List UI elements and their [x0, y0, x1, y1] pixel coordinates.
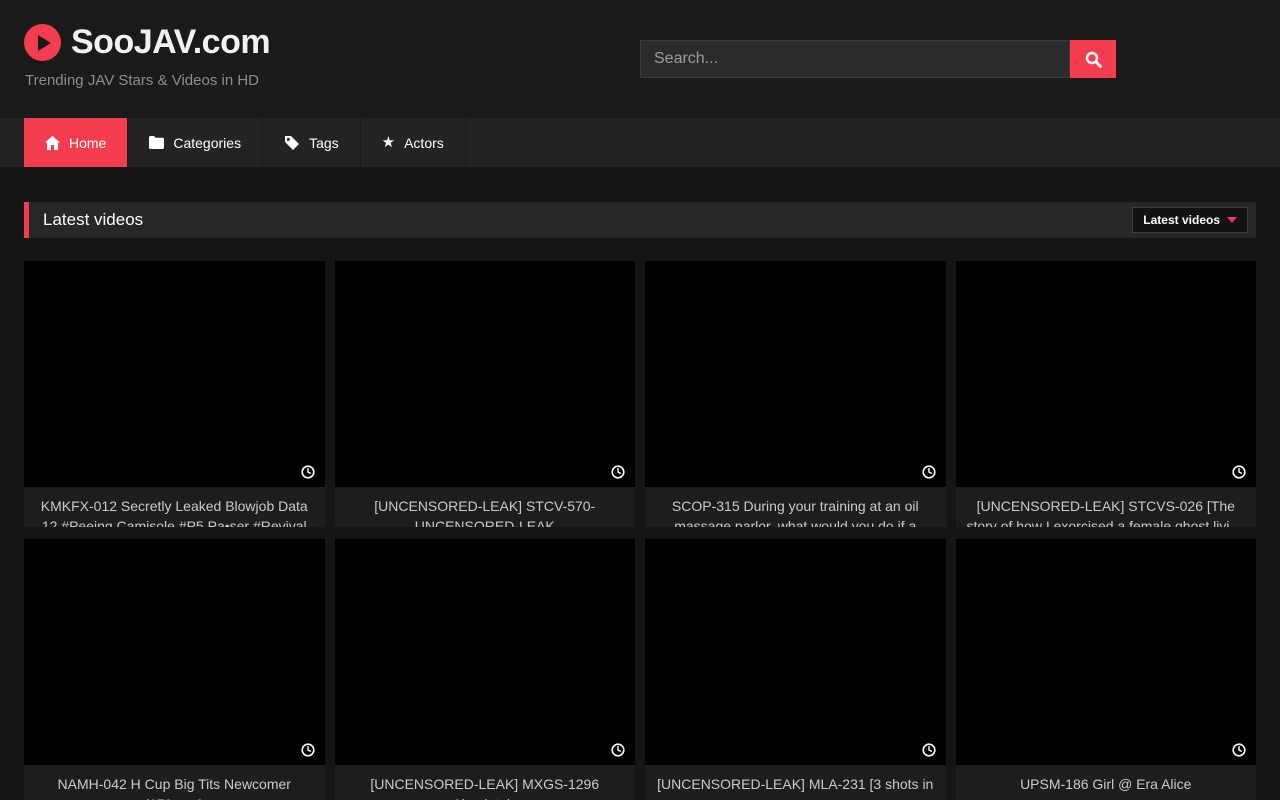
clock-icon	[922, 743, 936, 757]
video-title: NAMH-042 H Cup Big Tits Newcomer (170cm …	[24, 765, 325, 800]
video-title: [UNCENSORED-LEAK] STCVS-026 [The story o…	[956, 487, 1257, 527]
video-card[interactable]: [UNCENSORED-LEAK] MLA-231 [3 shots in	[645, 539, 946, 800]
video-thumbnail[interactable]	[645, 539, 946, 765]
chevron-down-icon	[1227, 217, 1237, 223]
search-input[interactable]	[640, 40, 1070, 78]
clock-icon	[611, 465, 625, 479]
video-card[interactable]: SCOP-315 During your training at an oil …	[645, 261, 946, 527]
video-card[interactable]: [UNCENSORED-LEAK] STCVS-026 [The story o…	[956, 261, 1257, 527]
video-thumbnail[interactable]	[645, 261, 946, 487]
clock-icon	[611, 743, 625, 757]
video-card[interactable]: NAMH-042 H Cup Big Tits Newcomer (170cm …	[24, 539, 325, 800]
video-card[interactable]: [UNCENSORED-LEAK] STCV-570-UNCENSORED-LE…	[335, 261, 636, 527]
clock-icon	[301, 743, 315, 757]
clock-icon	[1232, 743, 1246, 757]
video-thumbnail[interactable]	[24, 261, 325, 487]
nav-item-label: Categories	[173, 135, 241, 151]
sort-dropdown-button[interactable]: Latest videos	[1132, 207, 1248, 233]
clock-icon	[301, 465, 315, 479]
video-title: [UNCENSORED-LEAK] STCV-570-UNCENSORED-LE…	[335, 487, 636, 527]
video-title: [UNCENSORED-LEAK] MLA-231 [3 shots in	[645, 765, 946, 800]
site-logo[interactable]: SooJAV.com	[24, 23, 270, 62]
home-icon	[45, 136, 60, 150]
video-card[interactable]: KMKFX-012 Secretly Leaked Blowjob Data 1…	[24, 261, 325, 527]
nav-item-tags[interactable]: Tags	[263, 118, 361, 167]
main-content: Latest videos Latest videos KMKFX-012 Se…	[0, 202, 1280, 800]
nav-item-actors[interactable]: ★ Actors	[361, 118, 466, 167]
video-title: SCOP-315 During your training at an oil …	[645, 487, 946, 527]
section-title: Latest videos	[43, 210, 143, 230]
video-title: UPSM-186 Girl @ Era Alice	[956, 765, 1257, 800]
nav-item-label: Actors	[404, 135, 444, 151]
video-thumbnail[interactable]	[24, 539, 325, 765]
tag-icon	[284, 135, 300, 150]
play-icon	[24, 24, 61, 61]
search-button[interactable]	[1070, 40, 1116, 78]
video-thumbnail[interactable]	[956, 261, 1257, 487]
video-card[interactable]: [UNCENSORED-LEAK] MXGS-1296 Absolutely	[335, 539, 636, 800]
nav-item-label: Tags	[309, 135, 339, 151]
site-tagline: Trending JAV Stars & Videos in HD	[25, 72, 259, 89]
nav-item-home[interactable]: Home	[24, 118, 128, 167]
clock-icon	[1232, 465, 1246, 479]
sort-dropdown-label: Latest videos	[1143, 213, 1220, 227]
site-header: SooJAV.com Trending JAV Stars & Videos i…	[0, 0, 1280, 118]
video-thumbnail[interactable]	[956, 539, 1257, 765]
video-thumbnail[interactable]	[335, 261, 636, 487]
folder-icon	[149, 136, 164, 149]
section-header: Latest videos Latest videos	[24, 202, 1256, 238]
video-thumbnail[interactable]	[335, 539, 636, 765]
video-title: KMKFX-012 Secretly Leaked Blowjob Data 1…	[24, 487, 325, 527]
main-nav: Home Categories Tags ★ Actors	[0, 118, 1280, 167]
video-card[interactable]: UPSM-186 Girl @ Era Alice	[956, 539, 1257, 800]
nav-item-categories[interactable]: Categories	[128, 118, 263, 167]
nav-item-label: Home	[69, 135, 106, 151]
star-icon: ★	[382, 135, 395, 150]
search-icon	[1085, 51, 1102, 68]
video-title: [UNCENSORED-LEAK] MXGS-1296 Absolutely	[335, 765, 636, 800]
search-bar	[640, 40, 1116, 78]
video-grid: KMKFX-012 Secretly Leaked Blowjob Data 1…	[24, 261, 1256, 800]
site-title: SooJAV.com	[71, 23, 270, 62]
clock-icon	[922, 465, 936, 479]
